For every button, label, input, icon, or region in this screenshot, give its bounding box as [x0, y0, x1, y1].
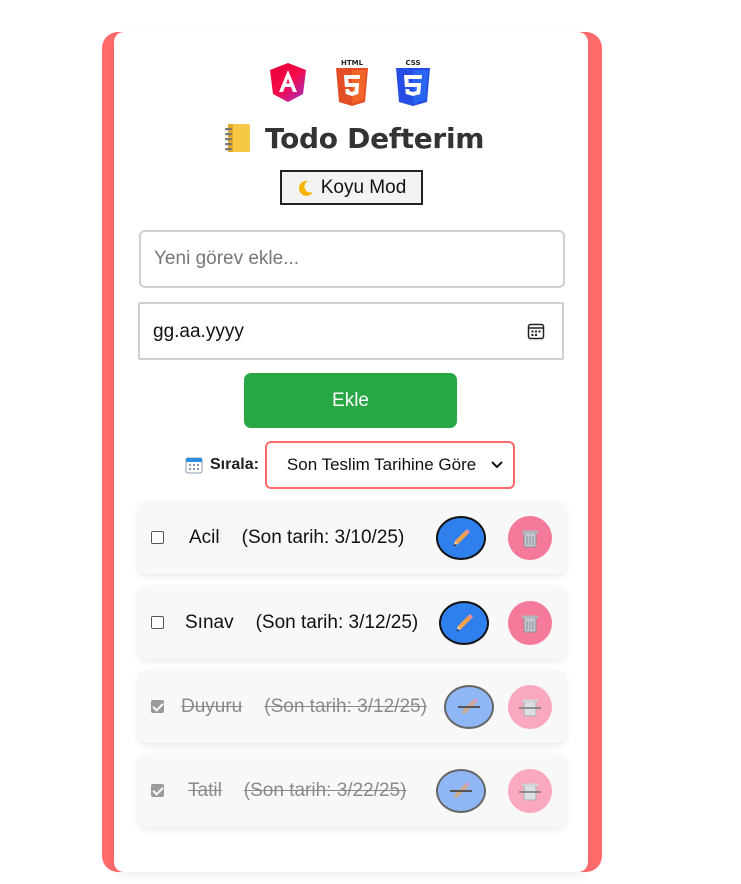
css3-logo-icon: CSS [396, 59, 430, 106]
pencil-icon [453, 529, 470, 547]
task-name: Sınav [185, 612, 234, 633]
task-checkbox[interactable] [151, 784, 164, 797]
task-text: Duyuru (Son tarih: 3/12/25) [181, 696, 427, 718]
sort-selected-value: Son Teslim Tarihine Göre [286, 455, 477, 474]
task-checkbox[interactable] [151, 700, 164, 713]
task-item-completed: Tatil (Son tarih: 3/22/25) [139, 755, 565, 827]
page-title: Todo Defterim [265, 121, 485, 155]
trash-icon [519, 783, 541, 801]
edit-button[interactable] [436, 516, 486, 560]
task-due-date: (Son tarih: 3/12/25) [255, 612, 419, 633]
calendar-icon[interactable] [527, 322, 545, 340]
moon-icon [298, 180, 313, 196]
html5-logo-icon: HTML [336, 59, 368, 106]
dark-mode-label: Koyu Mod [320, 176, 407, 198]
sort-row: Sırala: Son Teslim Tarihine Göre [184, 441, 515, 489]
sort-select[interactable]: Son Teslim Tarihine Göre [264, 441, 515, 489]
chevron-down-icon [491, 461, 503, 469]
task-text: Tatil (Son tarih: 3/22/25) [188, 780, 406, 802]
trash-icon [519, 699, 541, 717]
pencil-icon [450, 782, 472, 798]
task-item-completed: Duyuru (Son tarih: 3/12/25) [139, 671, 565, 743]
task-due-date: (Son tarih: 3/12/25) [264, 696, 427, 717]
task-due-date: (Son tarih: 3/10/25) [241, 527, 405, 548]
task-checkbox[interactable] [151, 616, 164, 629]
tech-logos: HTML CSS [266, 58, 446, 108]
task-checkbox[interactable] [151, 531, 164, 544]
delete-button[interactable] [508, 601, 552, 645]
delete-button[interactable] [508, 516, 552, 560]
due-date-value: gg.aa.yyyy [153, 321, 244, 342]
edit-button[interactable] [444, 685, 494, 729]
task-item: Acil (Son tarih: 3/10/25) [139, 502, 565, 574]
edit-button[interactable] [436, 769, 486, 813]
due-date-input[interactable]: gg.aa.yyyy [138, 302, 564, 360]
task-item: Sınav (Son tarih: 3/12/25) [139, 587, 565, 659]
sort-label: Sırala: [210, 456, 259, 473]
html-logo-text: HTML [341, 59, 364, 67]
task-text: Sınav (Son tarih: 3/12/25) [185, 612, 418, 634]
task-name: Duyuru [181, 696, 243, 717]
trash-icon [522, 530, 538, 548]
delete-button[interactable] [508, 769, 552, 813]
css-logo-text: CSS [405, 59, 420, 67]
pencil-icon [458, 698, 480, 714]
add-task-button[interactable]: Ekle [244, 373, 457, 428]
task-due-date: (Son tarih: 3/22/25) [243, 780, 407, 801]
task-name: Tatil [188, 780, 222, 801]
trash-icon [522, 615, 538, 633]
task-name: Acil [189, 527, 220, 548]
delete-button[interactable] [508, 685, 552, 729]
notebook-icon [225, 124, 250, 152]
new-task-input[interactable] [139, 230, 565, 288]
title-row: Todo Defterim [223, 118, 484, 158]
pencil-icon [456, 614, 473, 632]
calendar-icon [185, 457, 203, 474]
task-text: Acil (Son tarih: 3/10/25) [189, 527, 404, 549]
angular-logo-icon [270, 63, 306, 102]
dark-mode-button[interactable]: Koyu Mod [280, 170, 423, 205]
edit-button[interactable] [439, 601, 489, 645]
